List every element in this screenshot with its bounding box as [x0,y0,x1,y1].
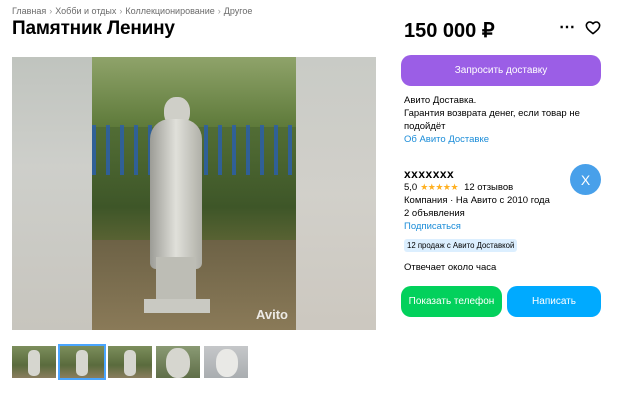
avito-watermark: Avito [255,307,288,322]
photo-trees [92,57,296,127]
breadcrumb-collecting[interactable]: Коллекционирование [125,6,214,16]
thumbnail-statue [28,350,40,376]
gallery-blur-right [296,57,376,330]
breadcrumb-other[interactable]: Другое [224,6,253,16]
breadcrumb-hobby[interactable]: Хобби и отдых [55,6,116,16]
delivery-title: Авито Доставка. [404,95,477,106]
about-delivery-link[interactable]: Об Авито Доставке [404,133,600,146]
write-message-button[interactable]: Написать [507,286,601,317]
show-phone-button[interactable]: Показать телефон [401,286,502,317]
statue-legs [156,257,196,303]
thumbnail-5[interactable] [204,346,248,378]
gallery-blur-left [12,57,92,330]
seller-ads-count[interactable]: 2 объявления [404,208,465,219]
thumbnail-1[interactable] [12,346,56,378]
response-time: Отвечает около часа [404,262,497,273]
breadcrumb-separator: › [49,6,53,16]
seller-name[interactable]: xxxxxxx [404,167,454,181]
delivery-guarantee: Гарантия возврата денег, если товар не п… [404,108,580,132]
listing-title: Памятник Ленину [12,18,175,39]
thumbnail-4[interactable] [156,346,200,378]
thumbnail-2[interactable] [58,344,106,380]
thumbnail-statue [216,349,238,377]
thumbnail-statue [124,350,136,376]
breadcrumb-separator: › [217,6,221,16]
price: 150 000 ₽ [404,20,495,42]
rating-stars-icon: ★★★★★ [420,182,459,192]
subscribe-link[interactable]: Подписаться [404,221,461,232]
sales-badge: 12 продаж с Авито Доставкой [404,239,518,252]
breadcrumb: Главная › Хобби и отдых › Коллекциониров… [12,6,252,16]
rating-value: 5,0 [404,182,418,193]
more-dots-icon[interactable]: ⋯ [558,18,576,38]
seller-company: Компания · На Авито с 2010 года [404,195,550,206]
main-photo[interactable]: Avito [92,57,296,330]
statue-body [150,119,202,269]
breadcrumb-separator: › [119,6,123,16]
thumbnail-statue [76,350,88,376]
statue-pedestal [144,299,210,313]
delivery-info: Авито Доставка. Гарантия возврата денег,… [404,94,600,146]
seller-avatar[interactable]: X [570,164,601,195]
reviews-link[interactable]: 12 отзывов [464,182,513,193]
heart-icon[interactable] [585,20,601,36]
request-delivery-button[interactable]: Запросить доставку [401,55,601,86]
breadcrumb-home[interactable]: Главная [12,6,46,16]
thumbnail-3[interactable] [108,346,152,378]
thumbnail-strip [12,344,248,380]
thumbnail-statue [166,348,190,378]
seller-rating: 5,0 ★★★★★ 12 отзывов [404,182,513,193]
photo-gallery[interactable]: Avito [12,57,376,330]
